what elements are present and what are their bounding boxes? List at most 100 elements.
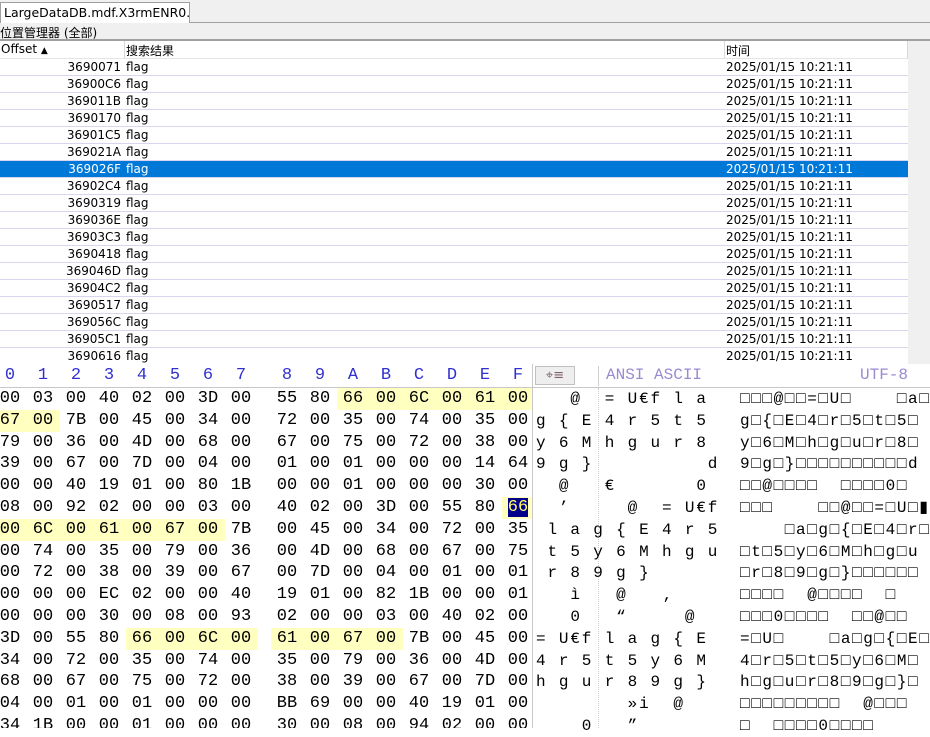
hex-byte[interactable]: 6C — [26, 518, 60, 541]
hex-byte[interactable]: 00 — [370, 650, 403, 672]
hex-byte[interactable]: 00 — [0, 606, 27, 628]
hex-byte[interactable]: 00 — [225, 715, 258, 728]
hex-byte[interactable]: 75 — [126, 671, 159, 693]
hex-byte[interactable]: 01 — [502, 584, 533, 606]
hex-byte[interactable]: 80 — [192, 475, 225, 497]
hex-byte[interactable]: 7B — [60, 410, 93, 432]
hex-byte[interactable]: 67 — [0, 409, 27, 432]
hex-byte[interactable]: 00 — [403, 541, 436, 563]
list-row[interactable]: 369021A flag 2025/01/15 10:21:11 — [0, 144, 908, 161]
hex-byte[interactable]: 40 — [93, 388, 126, 410]
hex-byte[interactable]: 00 — [502, 693, 533, 715]
hex-byte[interactable]: 00 — [225, 497, 258, 519]
hex-byte[interactable]: 34 — [0, 650, 27, 672]
utf8-row[interactable]: □□□□□□□□□ @□□□ — [740, 693, 908, 715]
hex-byte[interactable]: 00 — [159, 715, 192, 728]
hex-byte[interactable]: 00 — [370, 410, 403, 432]
hex-byte[interactable]: 35 — [337, 410, 370, 432]
hex-byte[interactable]: 00 — [271, 519, 304, 541]
hex-byte[interactable]: 55 — [60, 628, 93, 650]
hex-byte[interactable]: 3D — [0, 628, 27, 650]
hex-byte[interactable]: 00 — [59, 518, 93, 541]
column-header-time[interactable]: 时间 — [725, 41, 908, 59]
hex-byte[interactable]: 80 — [304, 388, 337, 410]
utf8-row[interactable]: □□@□□□□ □□□□0□ — [740, 475, 908, 497]
hex-byte[interactable]: 4D — [304, 541, 337, 563]
hex-byte[interactable]: 03 — [27, 388, 60, 410]
hex-byte[interactable]: 45 — [126, 410, 159, 432]
list-row[interactable]: 369056C flag 2025/01/15 10:21:11 — [0, 314, 908, 331]
hex-byte[interactable]: 61 — [92, 518, 126, 541]
hex-byte[interactable]: 00 — [192, 606, 225, 628]
hex-byte[interactable]: 34 — [192, 410, 225, 432]
list-row[interactable]: 36900C6 flag 2025/01/15 10:21:11 — [0, 76, 908, 93]
hex-byte[interactable]: 75 — [337, 432, 370, 454]
hex-byte[interactable]: 74 — [192, 650, 225, 672]
hex-byte[interactable]: 68 — [370, 541, 403, 563]
hex-byte[interactable]: 00 — [370, 715, 403, 728]
hex-byte[interactable]: 00 — [93, 693, 126, 715]
hex-byte[interactable]: 30 — [271, 715, 304, 728]
hex-byte[interactable]: 00 — [436, 628, 469, 650]
hex-byte[interactable]: 00 — [159, 693, 192, 715]
ansi-row[interactable]: ì @ ‚ — [536, 584, 719, 606]
hex-byte[interactable]: 80 — [93, 628, 126, 650]
ansi-row[interactable]: y 6 M h g u r 8 — [536, 432, 719, 454]
hex-byte[interactable]: 3D — [370, 497, 403, 519]
hex-byte[interactable]: 00 — [158, 627, 192, 650]
hex-byte[interactable]: 08 — [159, 606, 192, 628]
hex-byte[interactable]: 79 — [337, 650, 370, 672]
hex-byte[interactable]: 00 — [469, 715, 502, 728]
utf8-row[interactable]: y□6□M□h□g□u□r□8□ — [740, 432, 919, 454]
utf8-row[interactable]: 9□g□}□□□□□□□□□□d — [740, 453, 919, 475]
hex-byte[interactable]: 00 — [192, 693, 225, 715]
hex-byte[interactable]: 61 — [468, 388, 502, 410]
hex-byte[interactable]: 01 — [126, 715, 159, 728]
hex-byte[interactable]: 00 — [159, 497, 192, 519]
hex-byte[interactable]: 00 — [60, 715, 93, 728]
hex-byte[interactable]: 72 — [403, 432, 436, 454]
hex-byte[interactable]: 55 — [436, 497, 469, 519]
hex-byte[interactable]: 00 — [370, 432, 403, 454]
hex-byte[interactable]: 3D — [192, 388, 225, 410]
hex-byte[interactable]: 00 — [469, 584, 502, 606]
utf8-row[interactable]: □□□ □□@□□=□U□▮ — [740, 497, 930, 519]
list-row[interactable]: 3690517 flag 2025/01/15 10:21:11 — [0, 297, 908, 314]
utf8-row[interactable]: g□{□E□4□r□5□t□5□ — [740, 410, 919, 432]
hex-byte[interactable]: 00 — [192, 541, 225, 563]
hex-byte[interactable]: 19 — [436, 693, 469, 715]
hex-byte[interactable]: 01 — [126, 693, 159, 715]
utf8-label[interactable]: UTF-8 — [860, 366, 908, 384]
ansi-row[interactable]: g { E 4 r 5 t 5 — [536, 410, 719, 432]
hex-byte[interactable]: 00 — [159, 432, 192, 454]
hex-byte[interactable]: 00 — [225, 650, 258, 672]
hex-byte[interactable]: 00 — [60, 584, 93, 606]
hex-byte[interactable]: 67 — [225, 562, 258, 584]
hex-byte-cursor[interactable]: 66 — [501, 497, 532, 519]
hex-byte[interactable]: 1B — [225, 475, 258, 497]
hex-byte[interactable]: 00 — [337, 562, 370, 584]
hex-byte[interactable]: 69 — [304, 693, 337, 715]
hex-byte[interactable]: 00 — [93, 715, 126, 728]
hex-byte[interactable]: 19 — [93, 475, 126, 497]
hex-byte[interactable]: BB — [271, 693, 304, 715]
hex-byte[interactable]: 75 — [502, 541, 533, 563]
hex-byte[interactable]: 79 — [0, 432, 27, 454]
hex-byte[interactable]: 00 — [191, 518, 225, 541]
hex-byte[interactable]: 00 — [337, 584, 370, 606]
utf8-row[interactable]: 4□r□5□t□5□y□6□M□ — [740, 650, 919, 672]
hex-byte[interactable]: 00 — [225, 432, 258, 454]
hex-byte[interactable]: 00 — [192, 584, 225, 606]
hex-byte[interactable]: 00 — [469, 519, 502, 541]
hex-byte[interactable]: 80 — [469, 497, 502, 519]
hex-byte[interactable]: 00 — [436, 453, 469, 475]
hex-byte[interactable]: 40 — [225, 584, 258, 606]
hex-byte[interactable]: 61 — [270, 627, 304, 650]
hex-byte[interactable]: 00 — [126, 606, 159, 628]
list-row[interactable]: 3690418 flag 2025/01/15 10:21:11 — [0, 246, 908, 263]
hex-byte[interactable]: 92 — [60, 497, 93, 519]
hex-byte[interactable]: 1B — [403, 584, 436, 606]
hex-byte[interactable]: 36 — [225, 541, 258, 563]
hex-byte[interactable]: 02 — [126, 388, 159, 410]
hex-byte[interactable]: 39 — [159, 562, 192, 584]
